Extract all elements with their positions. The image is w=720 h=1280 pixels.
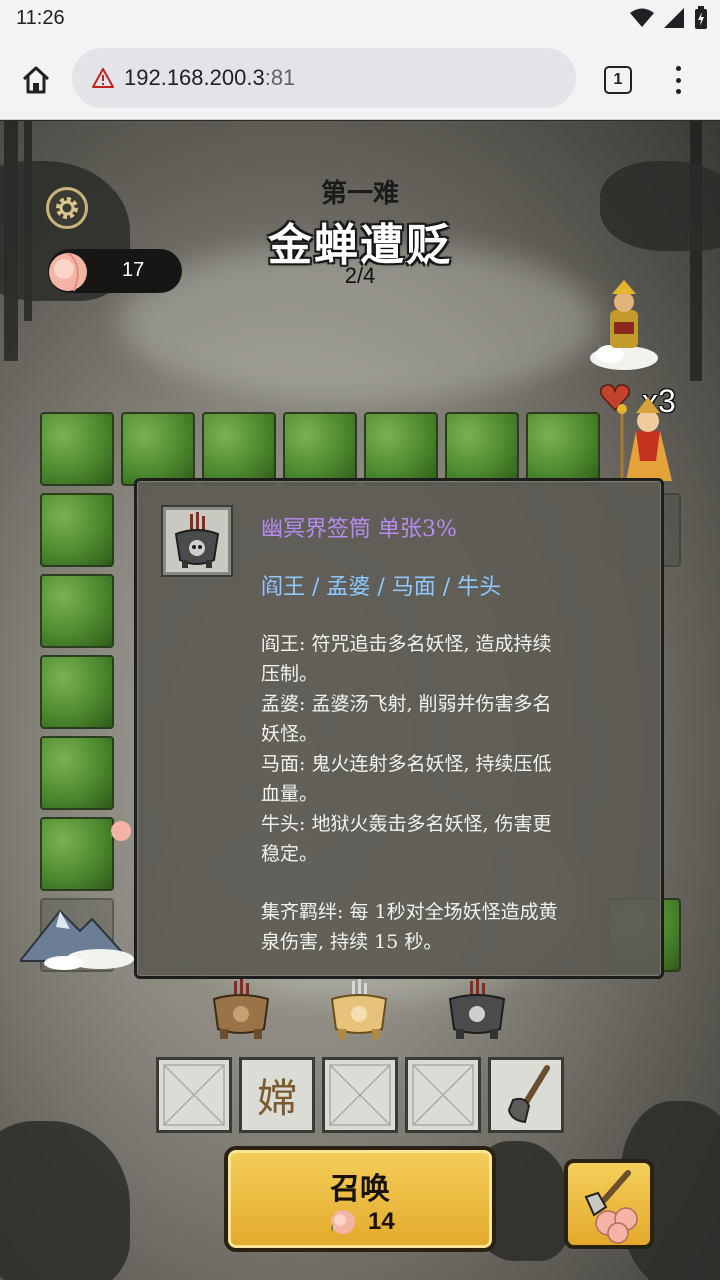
url-host: 192.168.200.3 [124,65,265,90]
inventory-slot-hoe[interactable] [488,1057,564,1133]
bush-tile [40,574,114,648]
status-bar: 11:26 [0,0,720,40]
home-button[interactable] [16,60,56,100]
tab-count: 1 [613,71,623,88]
summon-label: 召唤 [330,1172,390,1207]
peach-drop-icon [110,821,131,841]
bronze-urn-icon[interactable] [206,979,276,1045]
description-line: 孟婆: 孟婆汤飞射, 削弱并伤害多名 [261,693,552,715]
browser-toolbar: 192.168.200.3:81 1 [0,40,720,120]
peach-icon [49,252,87,292]
signal-icon [664,8,684,28]
status-time: 11:26 [16,7,65,29]
peach-currency-counter: 17 [48,249,182,293]
description-line: 牛头: 地狱火轰击多名妖怪, 伤害更 [261,813,552,835]
gear-icon [56,197,78,219]
stage-subtitle: 第一难 [320,179,399,209]
item-hero-list: 阎王 / 孟婆 / 马面 / 牛头 [261,575,502,600]
hoe-icon [507,1065,550,1124]
summon-button[interactable]: 召唤 14 [224,1146,496,1252]
peach-count: 17 [122,259,145,281]
battery-icon [695,6,707,29]
status-icons [630,6,708,30]
iron-urn-icon[interactable] [442,979,512,1045]
set-bonus-line: 集齐羁绊: 每 1秒对全场妖怪造成黄 [261,901,558,923]
tab-switcher-button[interactable]: 1 [604,66,632,94]
bush-tile [526,412,600,486]
game-canvas[interactable]: 第一难 金蝉遭贬 2/4 17 x3 幽冥界签筒 单张3% 阎王 / 孟婆 / … [0,121,720,1280]
warning-icon [92,68,114,88]
bush-tile [283,412,357,486]
harvest-button[interactable] [564,1159,654,1249]
bush-tile [40,817,114,891]
golden-urn-icon[interactable] [324,979,394,1045]
bush-tile [202,412,276,486]
item-icon-frame [163,507,231,575]
item-name: 幽冥界签筒 单张3% [261,517,457,542]
inventory-slot-empty[interactable] [405,1057,481,1133]
mountain-spawn-icon [20,909,134,970]
shovel-peaches-icon [584,1170,638,1244]
underworld-lot-tube-icon [174,512,220,568]
set-bonus-line: 泉伤害, 持续 15 秒。 [261,931,443,953]
inventory-slot-change[interactable]: 嫦 [239,1057,315,1133]
description-line: 马面: 鬼火连射多名妖怪, 持续压低 [261,753,552,775]
description-line: 压制。 [261,663,319,685]
description-line: 阎王: 符咒追击多名妖怪, 造成持续 [261,633,552,655]
tang-monk-character [617,397,672,481]
bush-tile [445,412,519,486]
item-info-panel[interactable]: 幽冥界签筒 单张3% 阎王 / 孟婆 / 马面 / 牛头 阎王: 符咒追击多名妖… [134,478,664,979]
settings-button[interactable] [46,187,88,229]
address-bar[interactable]: 192.168.200.3:81 [72,48,576,108]
bush-tile [40,493,114,567]
description-line: 妖怪。 [261,723,319,745]
item-description: 阎王: 符咒追击多名妖怪, 造成持续 压制。 孟婆: 孟婆汤飞射, 削弱并伤害多… [261,629,641,957]
summon-cost: 14 [368,1208,395,1235]
bush-tile [40,655,114,729]
peach-icon [331,1210,355,1234]
enemy-general-on-cloud [590,280,658,370]
url-text: 192.168.200.3:81 [124,65,295,91]
description-line: 稳定。 [261,843,319,865]
inventory-slot-empty[interactable] [156,1057,232,1133]
url-port: :81 [264,65,296,90]
bush-tile [40,736,114,810]
change-card-glyph: 嫦 [257,1076,297,1122]
bush-tile [40,412,114,486]
wifi-icon [630,8,654,27]
home-icon [22,66,50,94]
bush-tile [364,412,438,486]
inventory-slot-empty[interactable] [322,1057,398,1133]
bush-tile [121,412,195,486]
description-line: 血量。 [261,783,319,805]
browser-menu-button[interactable] [668,62,688,98]
